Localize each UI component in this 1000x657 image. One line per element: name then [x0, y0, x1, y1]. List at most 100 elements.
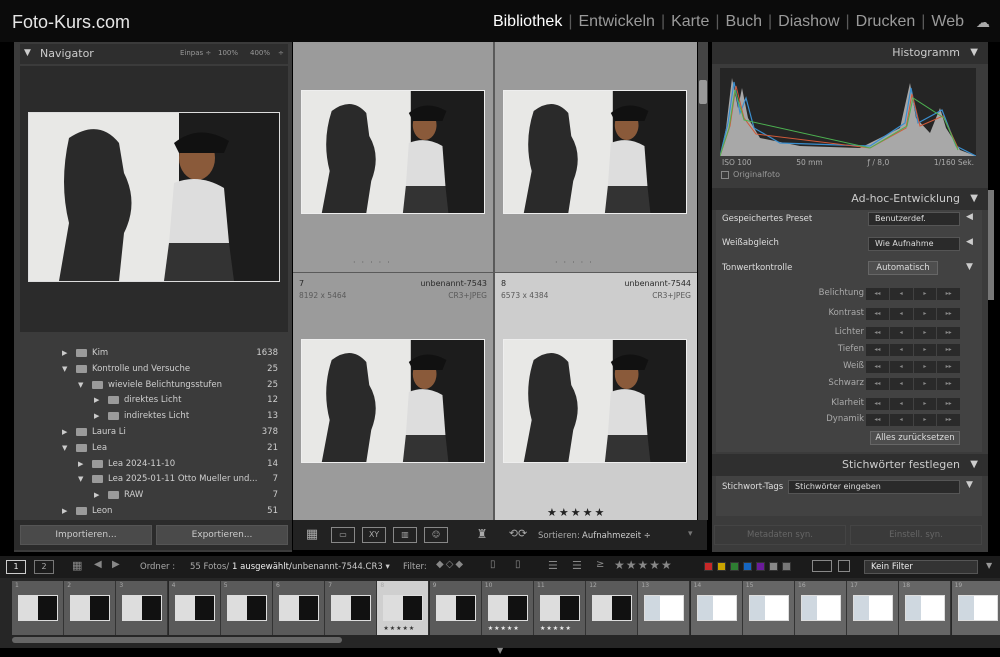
expanded-triangle-icon[interactable]: ▼ [78, 475, 83, 483]
frame-thumbnail[interactable] [70, 595, 111, 621]
photo-thumbnail[interactable] [301, 339, 485, 463]
import-button[interactable]: Importieren... [20, 525, 152, 545]
module-bibliothek[interactable]: Bibliothek [487, 13, 568, 31]
grid-scroll-thumb[interactable] [699, 80, 707, 104]
rating-dots[interactable]: ····· [353, 258, 396, 267]
keywords-triangle-icon[interactable]: ▼ [966, 480, 973, 490]
frame-thumbnail[interactable] [435, 595, 476, 621]
slider-stepper[interactable]: ◂◂ ◂ ▸ ▸▸ [866, 308, 960, 320]
step-down-large[interactable]: ◂◂ [866, 344, 889, 356]
photo-thumbnail[interactable] [503, 339, 687, 463]
quick-develop-header[interactable]: Ad-hoc-Entwicklung ▼ [712, 188, 988, 210]
filmstrip-frame[interactable]: 13 [638, 581, 691, 635]
color-label-swatch[interactable] [756, 562, 765, 571]
filmstrip-frame[interactable]: 19 [951, 581, 1000, 635]
step-up[interactable]: ▸ [913, 398, 937, 410]
step-down[interactable]: ◂ [889, 361, 913, 373]
filmstrip-frame[interactable]: 1 [12, 581, 64, 635]
frame-thumbnail[interactable] [279, 595, 319, 621]
filmstrip-frame[interactable]: 3 [116, 581, 169, 635]
original-photo-checkbox[interactable] [721, 171, 729, 179]
tone-triangle-icon[interactable]: ▼ [966, 262, 973, 272]
frame-thumbnail[interactable] [487, 595, 528, 621]
back-arrow-icon[interactable]: ◀ [94, 559, 102, 570]
collapsed-triangle-icon[interactable]: ▶ [94, 412, 99, 420]
slider-stepper[interactable]: ◂◂ ◂ ▸ ▸▸ [866, 327, 960, 339]
frame-thumbnail[interactable] [174, 595, 215, 621]
frame-thumbnail[interactable] [801, 595, 841, 621]
filmstrip-frame[interactable]: 10 ★★★★★ [481, 581, 534, 635]
grid-cell[interactable]: 7 unbenannt-7543 8192 x 5464 CR3+JPEG [293, 273, 493, 520]
step-down-large[interactable]: ◂◂ [866, 398, 889, 410]
frame-thumbnail[interactable] [644, 595, 685, 621]
zoom-fit[interactable]: Einpas ÷ [180, 49, 211, 57]
frame-thumbnail[interactable] [853, 595, 894, 621]
photo-thumbnail[interactable] [503, 90, 687, 214]
frame-thumbnail[interactable] [592, 595, 633, 621]
collapsed-triangle-icon[interactable]: ▶ [62, 507, 67, 515]
collapsed-triangle-icon[interactable]: ▶ [62, 428, 67, 436]
expanded-triangle-icon[interactable]: ▼ [62, 365, 67, 373]
step-down[interactable]: ◂ [889, 308, 913, 320]
filmstrip-frame[interactable]: 12 [586, 581, 639, 635]
grid-scrollbar[interactable] [698, 42, 708, 520]
step-down-large[interactable]: ◂◂ [866, 414, 889, 426]
grid-cell[interactable]: ····· [293, 42, 493, 272]
step-down-large[interactable]: ◂◂ [866, 327, 889, 339]
frame-thumbnail[interactable] [122, 595, 163, 621]
collapse-triangle-icon[interactable]: ▼ [970, 454, 978, 476]
filmstrip-frame[interactable]: 16 [795, 581, 847, 635]
reject-icon[interactable]: ▯ [515, 559, 521, 570]
slider-stepper[interactable]: ◂◂ ◂ ▸ ▸▸ [866, 378, 960, 390]
loupe-view-icon[interactable]: ▭ [331, 527, 355, 543]
painter-icon[interactable]: ♜ [470, 527, 494, 543]
slider-stepper[interactable]: ◂◂ ◂ ▸ ▸▸ [866, 414, 960, 426]
frame-thumbnail[interactable] [226, 595, 267, 621]
preset-triangle-icon[interactable]: ◀ [966, 212, 973, 222]
sync-metadata-button[interactable]: Metadaten syn. [714, 525, 846, 545]
filmstrip-frame[interactable]: 17 [847, 581, 900, 635]
photo-thumbnail[interactable] [301, 90, 485, 214]
step-down[interactable]: ◂ [889, 327, 913, 339]
color-label-swatch[interactable] [717, 562, 726, 571]
rating-stars[interactable]: ★★★★★ [547, 506, 606, 519]
filmstrip-frame[interactable]: 5 [220, 581, 273, 635]
pick-icon[interactable]: ▯ [490, 559, 496, 570]
step-down-large[interactable]: ◂◂ [866, 378, 889, 390]
step-up-large[interactable]: ▸▸ [937, 378, 960, 390]
frame-thumbnail[interactable] [696, 595, 737, 621]
secondary-window-button[interactable]: 2 [34, 560, 54, 574]
folder-row[interactable]: ▶ RAW 7 [24, 488, 280, 503]
filmstrip-frame[interactable]: 7 [325, 581, 378, 635]
step-up[interactable]: ▸ [913, 327, 937, 339]
frame-thumbnail[interactable] [383, 595, 424, 621]
forward-arrow-icon[interactable]: ▶ [112, 559, 120, 570]
step-down-large[interactable]: ◂◂ [866, 308, 889, 320]
folder-row[interactable]: ▶ Lea 2024-11-10 14 [24, 457, 280, 472]
cloud-icon[interactable]: ☁ [976, 14, 990, 31]
step-up[interactable]: ▸ [913, 344, 937, 356]
step-up[interactable]: ▸ [913, 361, 937, 373]
color-label-swatch[interactable] [769, 562, 778, 571]
saved-preset-select[interactable]: Benutzerdef. [868, 212, 960, 226]
step-down-large[interactable]: ◂◂ [866, 361, 889, 373]
white-balance-select[interactable]: Wie Aufnahme [868, 237, 960, 251]
flag-filter-icons[interactable]: ◆◇◆ [436, 559, 465, 570]
step-down[interactable]: ◂ [889, 288, 913, 300]
export-button[interactable]: Exportieren... [156, 525, 288, 545]
people-view-icon[interactable]: ☺ [424, 527, 448, 543]
folder-row[interactable]: ▼ wieviele Belichtungsstufen 25 [24, 378, 280, 393]
grid-cell[interactable]: ····· [495, 42, 697, 272]
filmstrip-frame[interactable]: 4 [168, 581, 221, 635]
module-karte[interactable]: Karte [665, 13, 715, 31]
sliders-alt-icon[interactable]: ☰ [572, 559, 582, 572]
rating-operator-icon[interactable]: ≥ [596, 559, 604, 570]
toolbar-menu-icon[interactable]: ▾ [688, 529, 693, 539]
sliders-icon[interactable]: ☰ [548, 559, 558, 572]
step-up[interactable]: ▸ [913, 308, 937, 320]
module-web[interactable]: Web [925, 13, 970, 31]
right-panel-scrollbar[interactable] [988, 190, 994, 300]
sync-settings-button[interactable]: Einstell. syn. [850, 525, 982, 545]
rating-filter-stars[interactable]: ★★★★★ [614, 558, 673, 572]
filmstrip-frame[interactable]: 14 [690, 581, 743, 635]
